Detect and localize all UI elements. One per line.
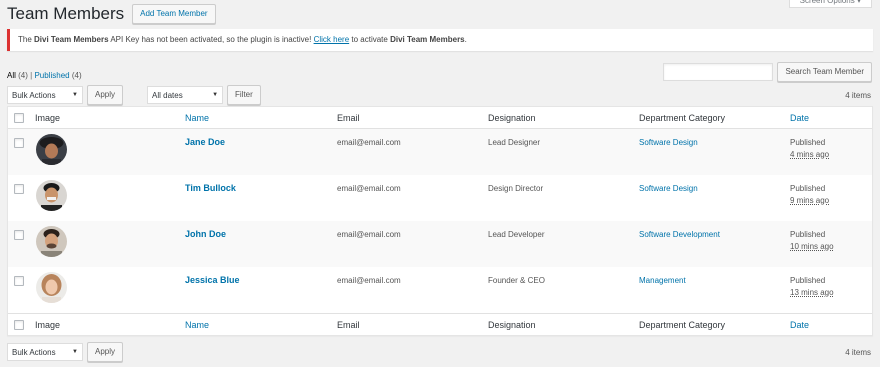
row-checkbox[interactable] [14, 184, 24, 194]
dropdown-arrow-icon: ▼ [72, 349, 78, 355]
table-row: Tim Bullock email@email.com Design Direc… [8, 175, 872, 221]
table-header-row: Image Name Email Designation Department … [8, 107, 872, 129]
table-row: John Doe email@email.com Lead Developer … [8, 221, 872, 267]
page-title: Team Members [7, 4, 125, 23]
add-team-member-button[interactable]: Add Team Member [132, 4, 216, 24]
notice-text: to activate [349, 35, 391, 44]
activate-link[interactable]: Click here [314, 35, 350, 44]
member-designation: Founder & CEO [488, 276, 545, 285]
column-image: Image [35, 113, 61, 123]
notice-text: . [464, 35, 467, 44]
search-button[interactable]: Search Team Member [777, 62, 872, 82]
department-link[interactable]: Software Development [639, 230, 720, 239]
search-input[interactable] [663, 63, 774, 81]
post-status: Published [790, 138, 826, 147]
avatar [36, 272, 67, 303]
tablenav-top: Bulk Actions ▼ Apply All dates ▼ Filter [7, 85, 261, 105]
select-all-checkbox[interactable] [14, 113, 24, 123]
bulk-actions-select[interactable]: Bulk Actions ▼ [7, 86, 83, 104]
error-notice: The Divi Team Members API Key has not be… [7, 29, 873, 51]
page-header: Team Members Add Team Member [7, 4, 216, 24]
notice-plugin-name: Divi Team Members [34, 35, 109, 44]
row-checkbox[interactable] [14, 230, 24, 240]
select-all-checkbox[interactable] [14, 320, 24, 330]
dropdown-arrow-icon: ▼ [212, 92, 219, 98]
post-status: Published [790, 230, 826, 239]
member-designation: Lead Designer [488, 138, 541, 147]
filter-button[interactable]: Filter [227, 85, 261, 105]
post-status: Published [790, 276, 826, 285]
column-email: Email [337, 320, 360, 330]
items-count: 4 items [845, 91, 871, 100]
team-members-table: Image Name Email Designation Department … [7, 106, 873, 336]
avatar [36, 134, 67, 165]
view-all-count: (4) [18, 71, 28, 80]
member-name-link[interactable]: Tim Bullock [185, 183, 236, 193]
bulk-actions-value: Bulk Actions [12, 347, 56, 357]
member-name-link[interactable]: John Doe [185, 229, 226, 239]
views-separator: | [30, 71, 33, 80]
post-date: 10 mins ago [790, 242, 834, 251]
row-checkbox[interactable] [14, 138, 24, 148]
column-name[interactable]: Name [185, 320, 209, 330]
column-image: Image [35, 320, 61, 330]
member-email: email@email.com [337, 276, 401, 285]
column-designation: Designation [488, 113, 536, 123]
dropdown-arrow-icon: ▼ [72, 92, 78, 98]
column-name[interactable]: Name [185, 113, 209, 123]
view-all[interactable]: All [7, 71, 16, 80]
screen-options-tab[interactable]: Screen Options ▾ [788, 0, 872, 8]
tablenav-bottom: Bulk Actions ▼ Apply [7, 342, 124, 362]
member-email: email@email.com [337, 138, 401, 147]
notice-plugin-name: Divi Team Members [390, 35, 465, 44]
member-email: email@email.com [337, 230, 401, 239]
apply-button[interactable]: Apply [87, 85, 124, 105]
member-name-link[interactable]: Jessica Blue [185, 275, 240, 285]
table-row: Jessica Blue email@email.com Founder & C… [8, 267, 872, 313]
column-designation: Designation [488, 320, 536, 330]
member-designation: Lead Developer [488, 230, 545, 239]
apply-button[interactable]: Apply [87, 342, 124, 362]
member-designation: Design Director [488, 184, 544, 193]
member-email: email@email.com [337, 184, 401, 193]
post-date: 9 mins ago [790, 196, 830, 205]
notice-text: The [18, 35, 35, 44]
column-date[interactable]: Date [790, 320, 809, 330]
dates-select[interactable]: All dates ▼ [147, 86, 224, 104]
dates-value: All dates [152, 90, 183, 100]
bulk-actions-value: Bulk Actions [12, 90, 56, 100]
member-name-link[interactable]: Jane Doe [185, 137, 225, 147]
column-department: Department Category [639, 113, 726, 123]
post-date: 13 mins ago [790, 288, 834, 297]
notice-text: API Key has not been activated, so the p… [108, 35, 314, 44]
column-date[interactable]: Date [790, 113, 809, 123]
view-published[interactable]: Published [34, 71, 69, 80]
department-link[interactable]: Software Design [639, 138, 698, 147]
view-published-count: (4) [71, 71, 82, 80]
avatar [36, 226, 67, 257]
department-link[interactable]: Management [639, 276, 686, 285]
items-count: 4 items [845, 348, 871, 357]
search-box: Search Team Member [663, 62, 872, 82]
column-email: Email [337, 113, 360, 123]
table-footer-row: Image Name Email Designation Department … [8, 313, 872, 336]
table-row: Jane Doe email@email.com Lead Designer S… [8, 129, 872, 175]
status-views: All (4) | Published (4) [7, 71, 82, 80]
post-status: Published [790, 184, 826, 193]
bulk-actions-select[interactable]: Bulk Actions ▼ [7, 343, 83, 361]
column-department: Department Category [639, 320, 726, 330]
row-checkbox[interactable] [14, 276, 24, 286]
post-date: 4 mins ago [790, 150, 830, 159]
department-link[interactable]: Software Design [639, 184, 698, 193]
avatar [36, 180, 67, 211]
